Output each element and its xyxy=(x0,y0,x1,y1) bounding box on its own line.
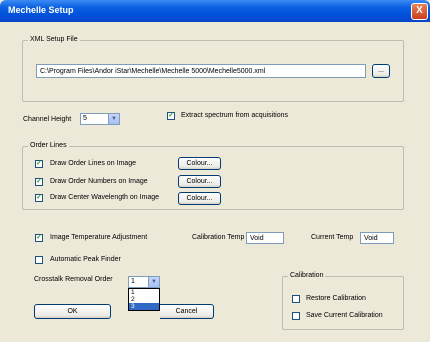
image-temp-label: Image Temperature Adjustment xyxy=(50,234,148,241)
window-title: Mechelle Setup xyxy=(8,5,74,15)
current-temp-label: Current Temp xyxy=(311,234,354,241)
colour-button-order-numbers[interactable]: Colour... xyxy=(178,175,221,188)
draw-order-numbers-checkbox[interactable]: ✓ xyxy=(35,178,43,186)
draw-center-wavelength-label: Draw Center Wavelength on Image xyxy=(50,194,160,201)
draw-order-lines-checkbox[interactable]: ✓ xyxy=(35,160,43,168)
calibration-group: Calibration xyxy=(282,272,404,330)
crosstalk-combo[interactable]: 1 ▼ xyxy=(128,276,160,288)
crosstalk-option-2[interactable]: 2 xyxy=(129,296,159,303)
crosstalk-dropdown-list[interactable]: 1 2 3 xyxy=(128,288,160,311)
ok-button[interactable]: OK xyxy=(34,304,111,319)
calibration-legend: Calibration xyxy=(288,272,326,279)
auto-peak-label: Automatic Peak Finder xyxy=(50,256,121,263)
chevron-down-icon[interactable]: ▼ xyxy=(148,277,159,287)
draw-order-numbers-label: Draw Order Numbers on Image xyxy=(50,178,148,185)
browse-button[interactable]: ... xyxy=(372,64,390,78)
order-lines-legend: Order Lines xyxy=(28,142,69,149)
channel-height-combo[interactable]: 5 ▼ xyxy=(80,113,120,125)
xml-setup-legend: XML Setup File xyxy=(28,36,80,43)
image-temp-checkbox[interactable]: ✓ xyxy=(35,234,43,242)
setup-dialog: Mechelle Setup X XML Setup File C:\Progr… xyxy=(0,0,430,342)
channel-height-label: Channel Height xyxy=(23,116,72,123)
crosstalk-option-1[interactable]: 1 xyxy=(129,289,159,296)
crosstalk-label: Crosstalk Removal Order xyxy=(34,276,113,283)
colour-button-center-wavelength[interactable]: Colour... xyxy=(178,192,221,205)
restore-calibration-checkbox[interactable] xyxy=(292,295,300,303)
extract-spectrum-checkbox[interactable]: ✓ xyxy=(167,112,175,120)
extract-spectrum-label: Extract spectrum from acquisitions xyxy=(181,112,288,119)
current-temp-field[interactable]: Void xyxy=(360,232,394,244)
auto-peak-checkbox[interactable] xyxy=(35,256,43,264)
calibration-temp-field[interactable]: Void xyxy=(246,232,284,244)
chevron-down-icon[interactable]: ▼ xyxy=(108,114,119,124)
close-button[interactable]: X xyxy=(411,3,428,20)
xml-path-field[interactable]: C:\Program Files\Andor iStar\Mechelle\Me… xyxy=(36,64,366,78)
save-calibration-checkbox[interactable] xyxy=(292,312,300,320)
restore-calibration-label: Restore Calibration xyxy=(306,295,366,302)
cancel-button[interactable]: Cancel xyxy=(160,304,214,319)
crosstalk-option-3[interactable]: 3 xyxy=(129,303,159,310)
calibration-temp-label: Calibration Temp xyxy=(192,234,245,241)
channel-height-value: 5 xyxy=(83,115,87,122)
title-bar[interactable]: Mechelle Setup X xyxy=(0,0,430,22)
crosstalk-value: 1 xyxy=(131,278,135,285)
colour-button-order-lines[interactable]: Colour... xyxy=(178,157,221,170)
draw-order-lines-label: Draw Order Lines on Image xyxy=(50,160,136,167)
draw-center-wavelength-checkbox[interactable]: ✓ xyxy=(35,194,43,202)
save-calibration-label: Save Current Calibration xyxy=(306,312,383,319)
